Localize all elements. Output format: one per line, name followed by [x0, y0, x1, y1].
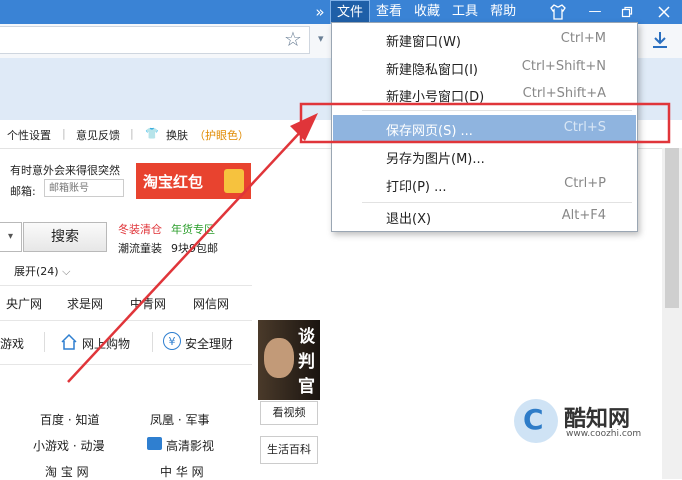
highlight-box [299, 102, 671, 144]
watermark-logo-letter: C [523, 403, 544, 436]
watermark: C 酷知网 www.coozhi.com [508, 395, 662, 447]
watermark-logo: C [514, 399, 558, 443]
annotation-arrow-line [67, 127, 305, 383]
watermark-url: www.coozhi.com [566, 429, 642, 439]
